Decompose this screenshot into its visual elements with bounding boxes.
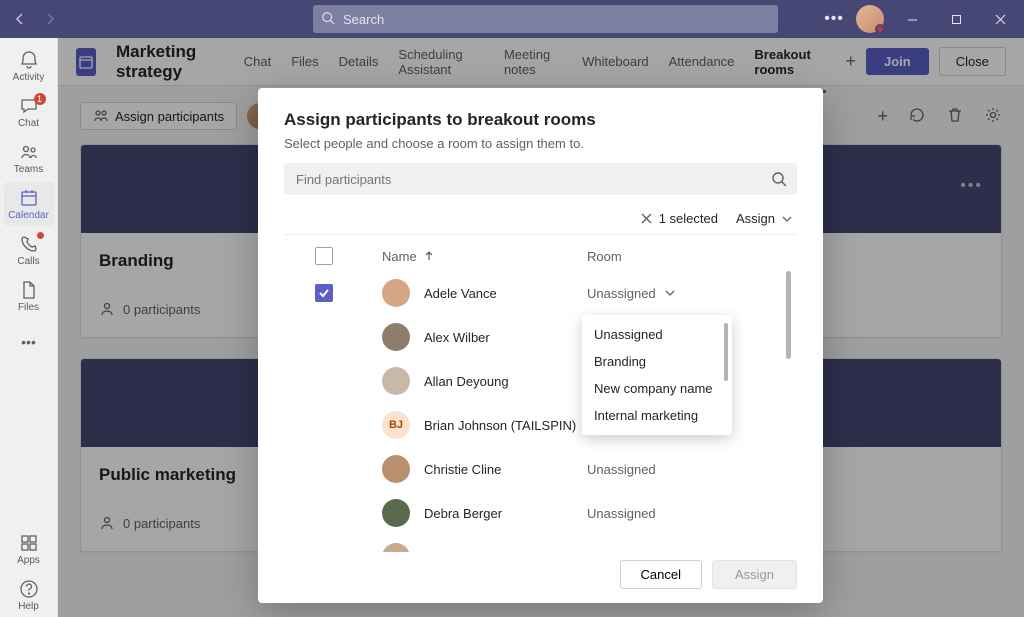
room-value: Unassigned — [587, 550, 656, 553]
participant-row[interactable]: Debra Berger Unassigned — [284, 491, 797, 535]
nav-back-button[interactable] — [8, 7, 32, 31]
sidebar-chat[interactable]: 1 Chat — [4, 90, 54, 134]
room-selector[interactable]: Unassigned — [587, 462, 787, 477]
clear-selection[interactable]: 1 selected — [640, 211, 718, 226]
sidebar-calls[interactable]: Calls — [4, 228, 54, 272]
user-avatar[interactable] — [856, 5, 884, 33]
sidebar-teams[interactable]: Teams — [4, 136, 54, 180]
sidebar-apps[interactable]: Apps — [4, 527, 54, 571]
dropdown-option[interactable]: Unassigned — [582, 321, 732, 348]
cancel-button[interactable]: Cancel — [620, 560, 702, 589]
sidebar-calendar[interactable]: Calendar — [4, 182, 54, 226]
sidebar-activity[interactable]: Activity — [4, 44, 54, 88]
scrollbar[interactable] — [786, 271, 791, 359]
chevron-down-icon — [781, 213, 793, 225]
table-header: Name Room — [284, 234, 797, 271]
search-icon — [321, 11, 335, 25]
participant-name: Adele Vance — [424, 286, 497, 301]
avatar — [382, 323, 410, 351]
dropdown-option[interactable]: Internal marketing — [582, 402, 732, 429]
avatar — [382, 499, 410, 527]
status-dot — [875, 24, 885, 34]
chat-badge: 1 — [34, 93, 46, 105]
room-dropdown: Unassigned Branding New company name Int… — [582, 315, 732, 435]
search-input[interactable] — [313, 5, 778, 33]
sidebar-item-label: Help — [18, 601, 39, 612]
participant-name: Allan Deyoung — [424, 374, 509, 389]
assign-participants-modal: Assign participants to breakout rooms Se… — [258, 88, 823, 603]
header-room[interactable]: Room — [587, 249, 622, 264]
participant-row[interactable]: Christie Cline Unassigned — [284, 447, 797, 491]
assign-dropdown[interactable]: Assign — [736, 211, 793, 226]
app-sidebar: Activity 1 Chat Teams Calendar Calls File… — [0, 38, 58, 617]
avatar — [382, 455, 410, 483]
room-value: Unassigned — [587, 506, 656, 521]
modal-subtitle: Select people and choose a room to assig… — [284, 136, 797, 151]
room-selector[interactable]: Unassigned — [587, 286, 787, 301]
participant-name: Brian Johnson (TAILSPIN) — [424, 418, 576, 433]
nav-forward-button[interactable] — [38, 7, 62, 31]
sidebar-item-label: Files — [18, 302, 39, 313]
room-selector[interactable]: Unassigned — [587, 506, 787, 521]
dropdown-option[interactable]: New company name — [582, 375, 732, 402]
titlebar-right: ••• — [824, 3, 1016, 35]
sidebar-item-label: Calls — [17, 256, 39, 267]
sidebar-item-label: Teams — [14, 164, 43, 175]
minimize-button[interactable] — [896, 3, 928, 35]
room-value: Unassigned — [587, 462, 656, 477]
calls-dot — [37, 232, 44, 239]
dropdown-option[interactable]: Branding — [582, 348, 732, 375]
participant-name: Christie Cline — [424, 462, 501, 477]
room-value: Unassigned — [587, 286, 656, 301]
participant-row[interactable]: Diego Siciliani Unassigned — [284, 535, 797, 552]
sidebar-help[interactable]: Help — [4, 573, 54, 617]
participant-list: Unassigned Branding New company name Int… — [284, 271, 797, 552]
search-wrap — [313, 5, 778, 33]
header-name[interactable]: Name — [382, 249, 417, 264]
avatar: BJ — [382, 411, 410, 439]
sidebar-item-label: Chat — [18, 118, 39, 129]
avatar — [382, 543, 410, 552]
selection-row: 1 selected Assign — [284, 203, 797, 234]
titlebar: ••• — [0, 0, 1024, 38]
participant-name: Diego Siciliani — [424, 550, 506, 553]
selected-count: 1 selected — [659, 211, 718, 226]
search-icon — [771, 171, 787, 187]
select-all-checkbox[interactable] — [315, 247, 333, 265]
sidebar-item-label: Calendar — [8, 210, 49, 221]
row-checkbox[interactable] — [315, 284, 333, 302]
participant-name: Alex Wilber — [424, 330, 490, 345]
sidebar-files[interactable]: Files — [4, 274, 54, 318]
modal-footer: Cancel Assign — [284, 552, 797, 589]
maximize-button[interactable] — [940, 3, 972, 35]
find-participants-input[interactable] — [284, 163, 797, 195]
participant-row[interactable]: Adele Vance Unassigned — [284, 271, 797, 315]
modal-title: Assign participants to breakout rooms — [284, 110, 797, 130]
participant-name: Debra Berger — [424, 506, 502, 521]
more-icon[interactable]: ••• — [824, 10, 844, 28]
assign-button[interactable]: Assign — [712, 560, 797, 589]
sidebar-more[interactable]: ••• — [4, 320, 54, 364]
sidebar-item-label: Apps — [17, 555, 40, 566]
scrollbar[interactable] — [724, 323, 728, 381]
sidebar-item-label: Activity — [13, 72, 45, 83]
avatar — [382, 279, 410, 307]
avatar — [382, 367, 410, 395]
assign-dropdown-label: Assign — [736, 211, 775, 226]
room-selector[interactable]: Unassigned — [587, 550, 787, 553]
close-window-button[interactable] — [984, 3, 1016, 35]
sort-up-icon — [423, 250, 435, 262]
